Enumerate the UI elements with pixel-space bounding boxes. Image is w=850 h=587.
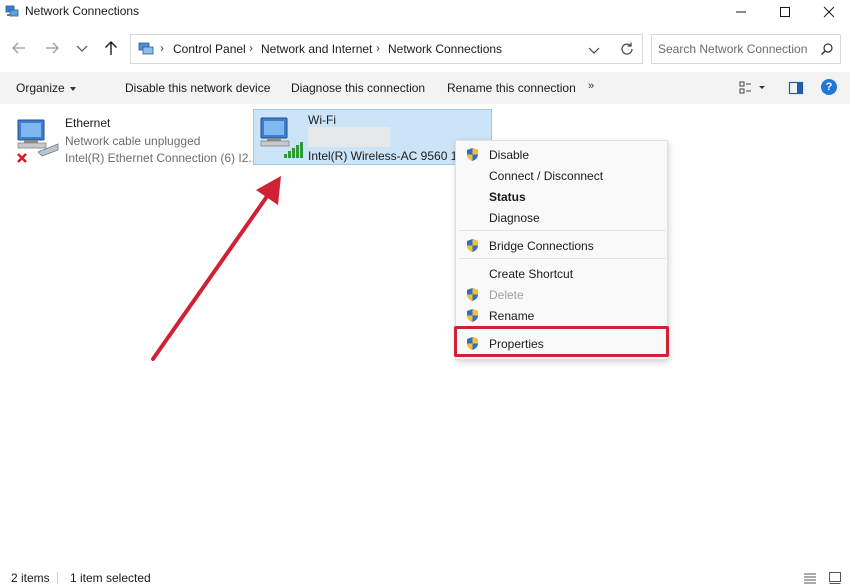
connection-name: Wi-Fi [308,113,336,127]
selection-count: 1 item selected [70,571,151,585]
maximize-button[interactable] [762,0,808,24]
uac-shield-icon [467,239,478,252]
refresh-icon[interactable] [619,41,635,57]
arrow-left-icon [12,42,25,54]
disable-device-button[interactable]: Disable this network device [125,81,270,95]
organize-label: Organize [16,81,65,95]
navigation-bar: › Control Panel › Network and Internet ›… [0,28,850,70]
close-button[interactable] [806,0,850,24]
properties-highlight-annotation [454,326,669,357]
large-icons-view-icon[interactable] [828,571,842,585]
redacted-network-name [308,127,390,147]
menu-item-connect-disconnect[interactable]: Connect / Disconnect [456,165,667,186]
change-view-button[interactable] [738,80,768,96]
menu-item-diagnose[interactable]: Diagnose [456,207,667,228]
connection-status: Network cable unplugged [65,134,201,148]
connection-name: Ethernet [65,116,111,130]
connection-adapter: Intel(R) Ethernet Connection (6) I2... [65,151,259,165]
connection-adapter: Intel(R) Wireless-AC 9560 160... [308,149,456,163]
menu-item-status[interactable]: Status [456,186,667,207]
uac-shield-icon [467,288,478,301]
breadcrumb-separator: › [376,41,380,55]
breadcrumb-control-panel[interactable]: Control Panel [173,42,246,56]
menu-separator [459,230,666,231]
control-panel-icon [138,42,154,55]
uac-shield-icon [467,309,478,322]
search-icon[interactable] [820,42,834,56]
menu-item-disable[interactable]: Disable [456,144,667,165]
status-bar: 2 items 1 item selected [0,568,850,587]
breadcrumb-separator: › [249,41,253,55]
menu-item-delete: Delete [456,284,667,305]
view-options-icon [739,81,765,94]
breadcrumb-separator: › [160,41,164,55]
details-view-icon[interactable] [803,571,817,585]
organize-button[interactable]: Organize [16,81,76,95]
address-bar[interactable]: › Control Panel › Network and Internet ›… [130,34,643,64]
menu-item-create-shortcut[interactable]: Create Shortcut [456,263,667,284]
item-count: 2 items [11,571,50,585]
up-button[interactable] [101,38,121,58]
chevron-down-icon[interactable] [587,43,601,57]
back-button[interactable] [9,38,29,58]
rename-connection-button[interactable]: Rename this connection [447,81,576,95]
close-icon [823,6,835,18]
title-bar: Network Connections [0,0,850,24]
menu-item-rename[interactable]: Rename [456,305,667,326]
help-button[interactable]: ? [821,79,837,95]
search-input[interactable] [658,41,808,57]
minimize-button[interactable] [718,0,764,24]
uac-shield-icon [467,148,478,161]
ethernet-adapter-icon [17,119,59,163]
diagnose-connection-button[interactable]: Diagnose this connection [291,81,425,95]
menu-separator [459,258,666,259]
more-commands-button[interactable]: » [588,80,594,92]
chevron-down-icon [76,45,88,52]
recent-locations-button[interactable] [72,38,92,58]
wifi-adapter-icon [260,117,303,158]
window-title: Network Connections [25,4,140,18]
breadcrumb-network-and-internet[interactable]: Network and Internet [261,42,372,56]
minimize-icon [736,11,746,13]
forward-button[interactable] [42,38,62,58]
menu-item-bridge-connections[interactable]: Bridge Connections [456,235,667,256]
arrow-right-icon [46,42,59,54]
maximize-icon [780,7,790,17]
network-connections-icon [5,5,19,17]
command-bar: Organize Disable this network device Dia… [0,72,850,104]
connection-ethernet[interactable]: Ethernet Network cable unplugged Intel(R… [10,112,258,168]
connections-list: Ethernet Network cable unplugged Intel(R… [0,104,850,564]
search-box[interactable] [651,34,841,64]
breadcrumb-network-connections[interactable]: Network Connections [388,42,502,56]
caret-down-icon [69,86,76,91]
status-separator [57,572,58,584]
preview-pane-icon[interactable] [788,80,804,96]
arrow-up-icon [105,41,117,55]
